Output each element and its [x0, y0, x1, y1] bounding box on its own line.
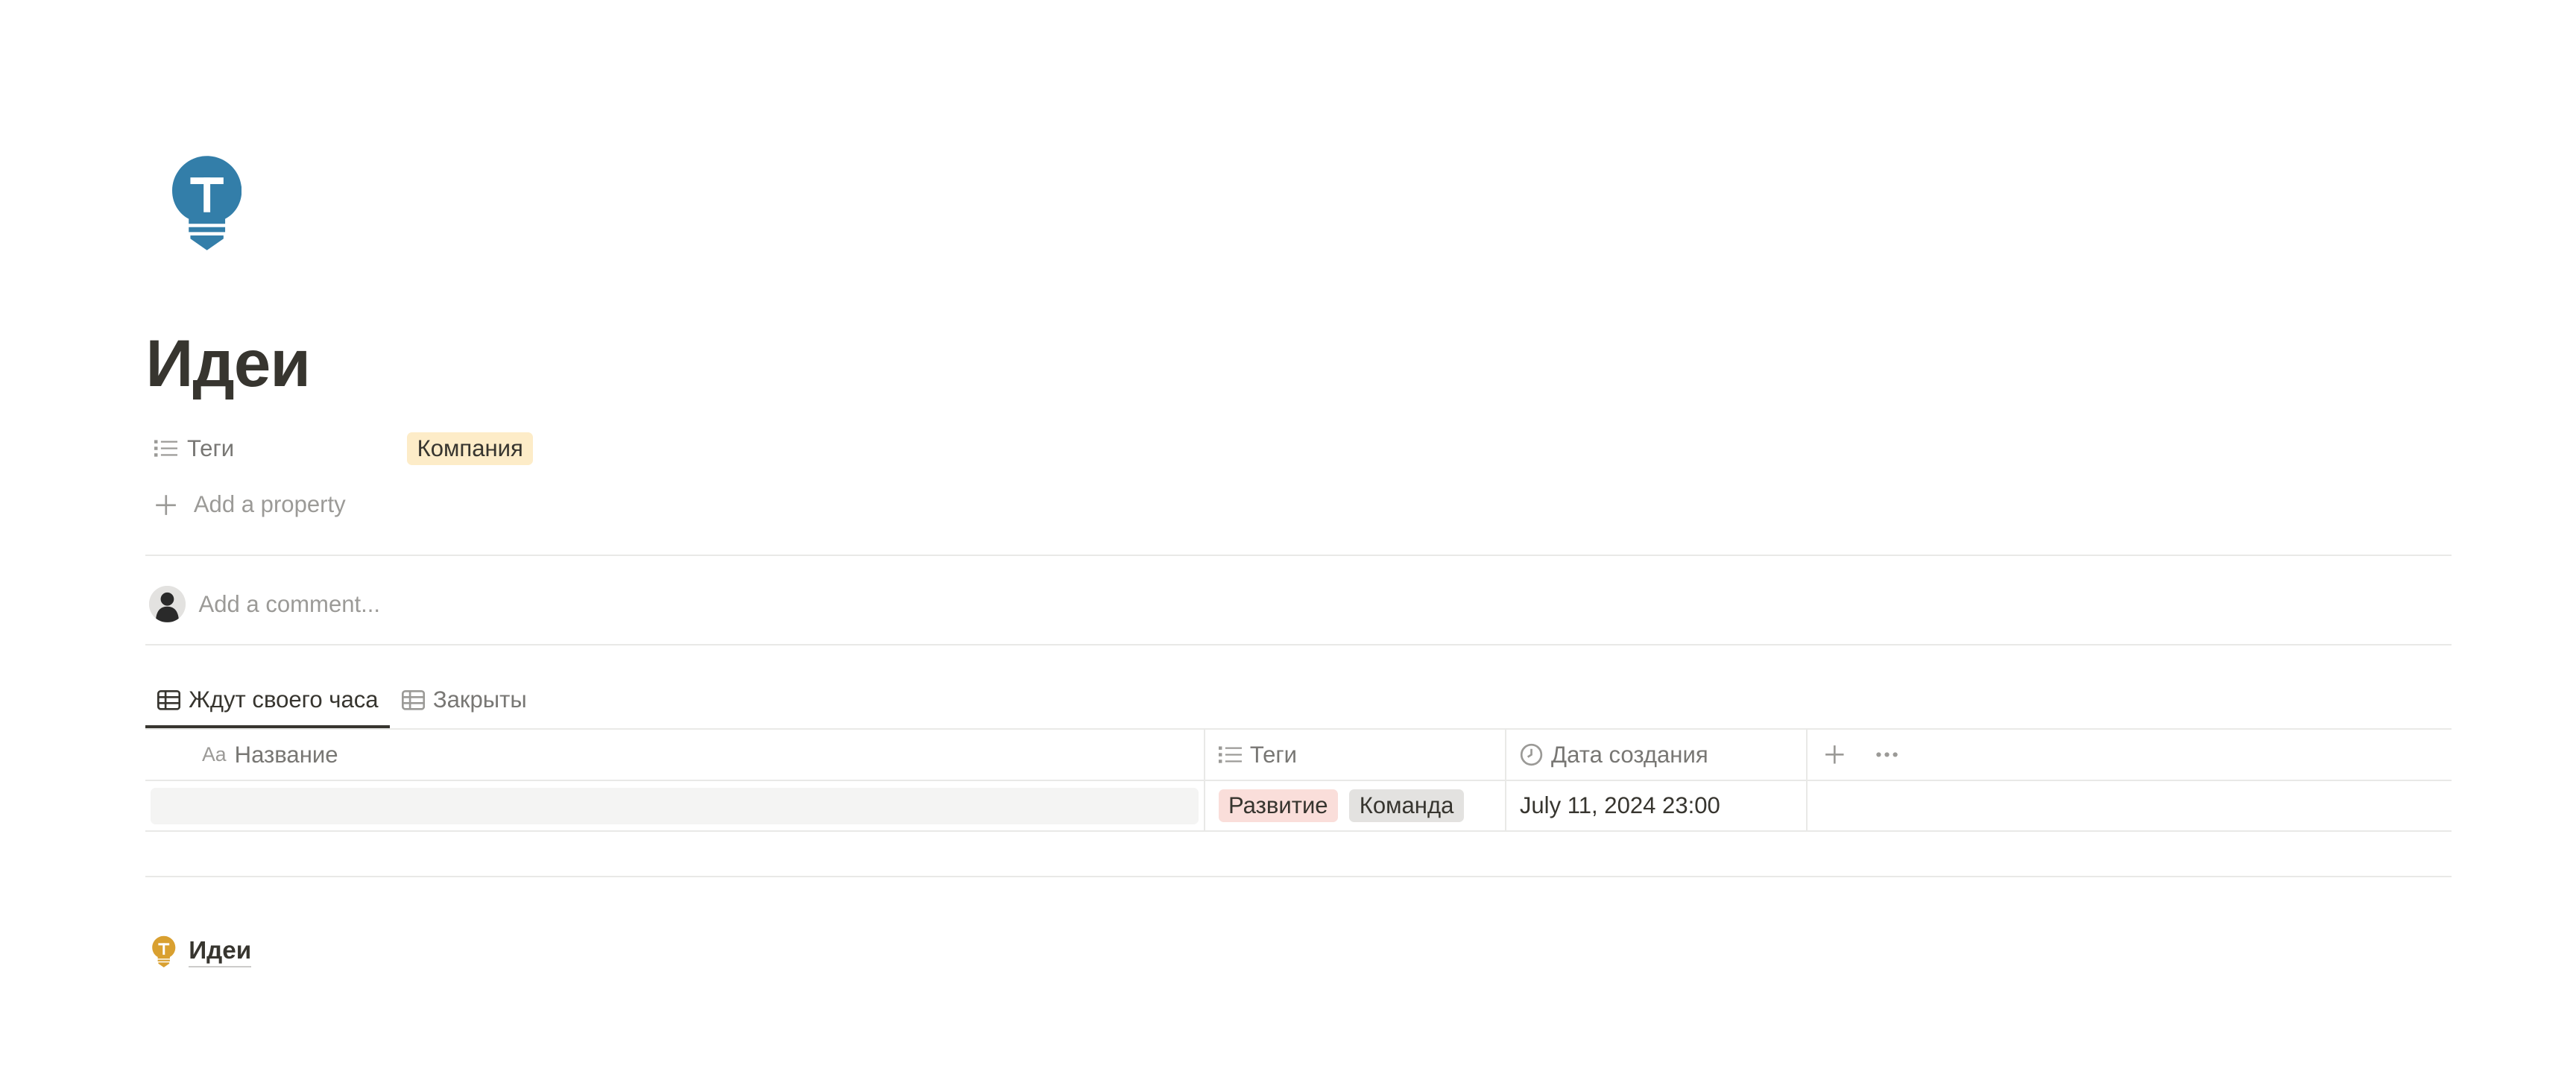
- linked-page[interactable]: Идеи: [151, 932, 252, 971]
- page-title[interactable]: Идеи: [145, 324, 311, 404]
- tab-waiting[interactable]: Ждут своего часа: [145, 672, 390, 729]
- list-icon: [154, 440, 177, 457]
- divider: [145, 555, 2452, 557]
- add-property-button[interactable]: Add a property: [145, 491, 346, 518]
- property-label-text: Теги: [186, 435, 235, 461]
- user-avatar-icon: [148, 586, 186, 623]
- add-property-row[interactable]: Add a property: [145, 480, 346, 530]
- table-icon: [401, 690, 425, 710]
- tab-label: Ждут своего часа: [189, 686, 379, 713]
- text-aa-icon: Aa: [201, 743, 227, 766]
- divider: [145, 643, 2452, 646]
- database-table: Aa Название Теги Дата создания Развитие …: [145, 728, 2452, 833]
- lightbulb-t-icon: [152, 935, 176, 967]
- created-date: July 11, 2024 23:00: [1519, 792, 1720, 819]
- cell-name[interactable]: [145, 780, 1205, 831]
- tab-label: Закрыты: [432, 686, 527, 713]
- plus-icon: [155, 495, 176, 515]
- column-header-created[interactable]: Дата создания: [1506, 730, 1808, 780]
- divider: [145, 875, 2452, 878]
- page-icon[interactable]: [171, 154, 242, 253]
- property-row-tags: Теги Компания: [145, 424, 1139, 474]
- column-header-tags[interactable]: Теги: [1205, 730, 1507, 780]
- tag-team[interactable]: Команда: [1349, 789, 1464, 823]
- clock-icon: [1520, 743, 1543, 766]
- tag-company[interactable]: Компания: [407, 432, 534, 466]
- column-header-label: Дата создания: [1551, 741, 1708, 768]
- table-row[interactable]: Развитие Команда July 11, 2024 23:00: [145, 780, 2452, 833]
- cell-extra: [1808, 781, 2452, 831]
- column-header-label: Название: [234, 741, 338, 768]
- avatar: [148, 586, 186, 623]
- add-column-plus-icon[interactable]: [1825, 745, 1845, 765]
- column-header-actions: [1808, 730, 2452, 780]
- tag-development[interactable]: Развитие: [1218, 789, 1338, 823]
- cell-created[interactable]: July 11, 2024 23:00: [1506, 780, 1808, 831]
- lightbulb-t-icon: [171, 155, 242, 250]
- tab-closed[interactable]: Закрыты: [390, 672, 538, 729]
- view-tabs: Ждут своего часа Закрыты: [145, 672, 538, 729]
- list-icon: [1218, 746, 1242, 763]
- more-options-icon[interactable]: [1875, 751, 1898, 758]
- property-label-tags[interactable]: Теги: [145, 435, 407, 462]
- table-header-row: Aa Название Теги Дата создания: [145, 728, 2452, 781]
- name-empty-field[interactable]: [151, 787, 1199, 824]
- page: Идеи Теги Компания Add a property Add a …: [0, 0, 2576, 1083]
- column-header-name[interactable]: Aa Название: [145, 730, 1205, 780]
- comment-input[interactable]: Add a comment...: [199, 591, 381, 618]
- cell-tags[interactable]: Развитие Команда: [1205, 780, 1507, 831]
- property-value-tags[interactable]: Компания: [407, 432, 534, 466]
- column-header-label: Теги: [1249, 741, 1298, 768]
- table-icon: [157, 690, 181, 710]
- comment-row[interactable]: Add a comment...: [145, 579, 380, 629]
- add-property-label: Add a property: [193, 491, 346, 518]
- linked-page-title[interactable]: Идеи: [189, 936, 252, 968]
